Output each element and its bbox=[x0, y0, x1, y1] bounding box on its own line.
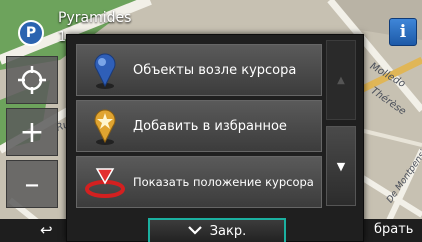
cursor-position-icon bbox=[77, 156, 133, 208]
menu-item-label: Объекты возле курсора bbox=[133, 62, 297, 78]
zoom-out-button[interactable]: – bbox=[6, 160, 58, 208]
crosshair-icon bbox=[18, 66, 46, 94]
info-button[interactable]: i bbox=[389, 18, 417, 46]
close-menu-button[interactable]: Закр. bbox=[148, 218, 286, 242]
scroll-down-button[interactable]: ▼ bbox=[326, 126, 356, 206]
zoom-in-button[interactable]: + bbox=[6, 108, 58, 156]
chevron-down-icon bbox=[187, 224, 202, 238]
triangle-down-icon: ▼ bbox=[336, 159, 346, 173]
locate-button[interactable] bbox=[6, 56, 58, 104]
scroll-up-button[interactable]: ▲ bbox=[326, 40, 356, 120]
back-icon[interactable]: ↩ bbox=[40, 221, 53, 239]
current-street-name: Pyramides bbox=[58, 10, 132, 26]
pin-icon bbox=[77, 44, 133, 96]
bottom-right-button-label[interactable]: брать bbox=[374, 222, 413, 237]
menu-item-show-cursor-position[interactable]: Показать положение курсора bbox=[76, 156, 322, 208]
favorite-pin-icon bbox=[77, 100, 133, 152]
close-label: Закр. bbox=[209, 223, 247, 239]
triangle-up-icon: ▲ bbox=[337, 74, 345, 86]
menu-item-add-favorite[interactable]: Добавить в избранное bbox=[76, 100, 322, 152]
menu-item-label: Добавить в избранное bbox=[133, 118, 287, 134]
menu-item-label: Показать положение курсора bbox=[133, 175, 314, 189]
menu-item-nearby-objects[interactable]: Объекты возле курсора bbox=[76, 44, 322, 96]
navigation-p-icon: P bbox=[18, 20, 44, 46]
